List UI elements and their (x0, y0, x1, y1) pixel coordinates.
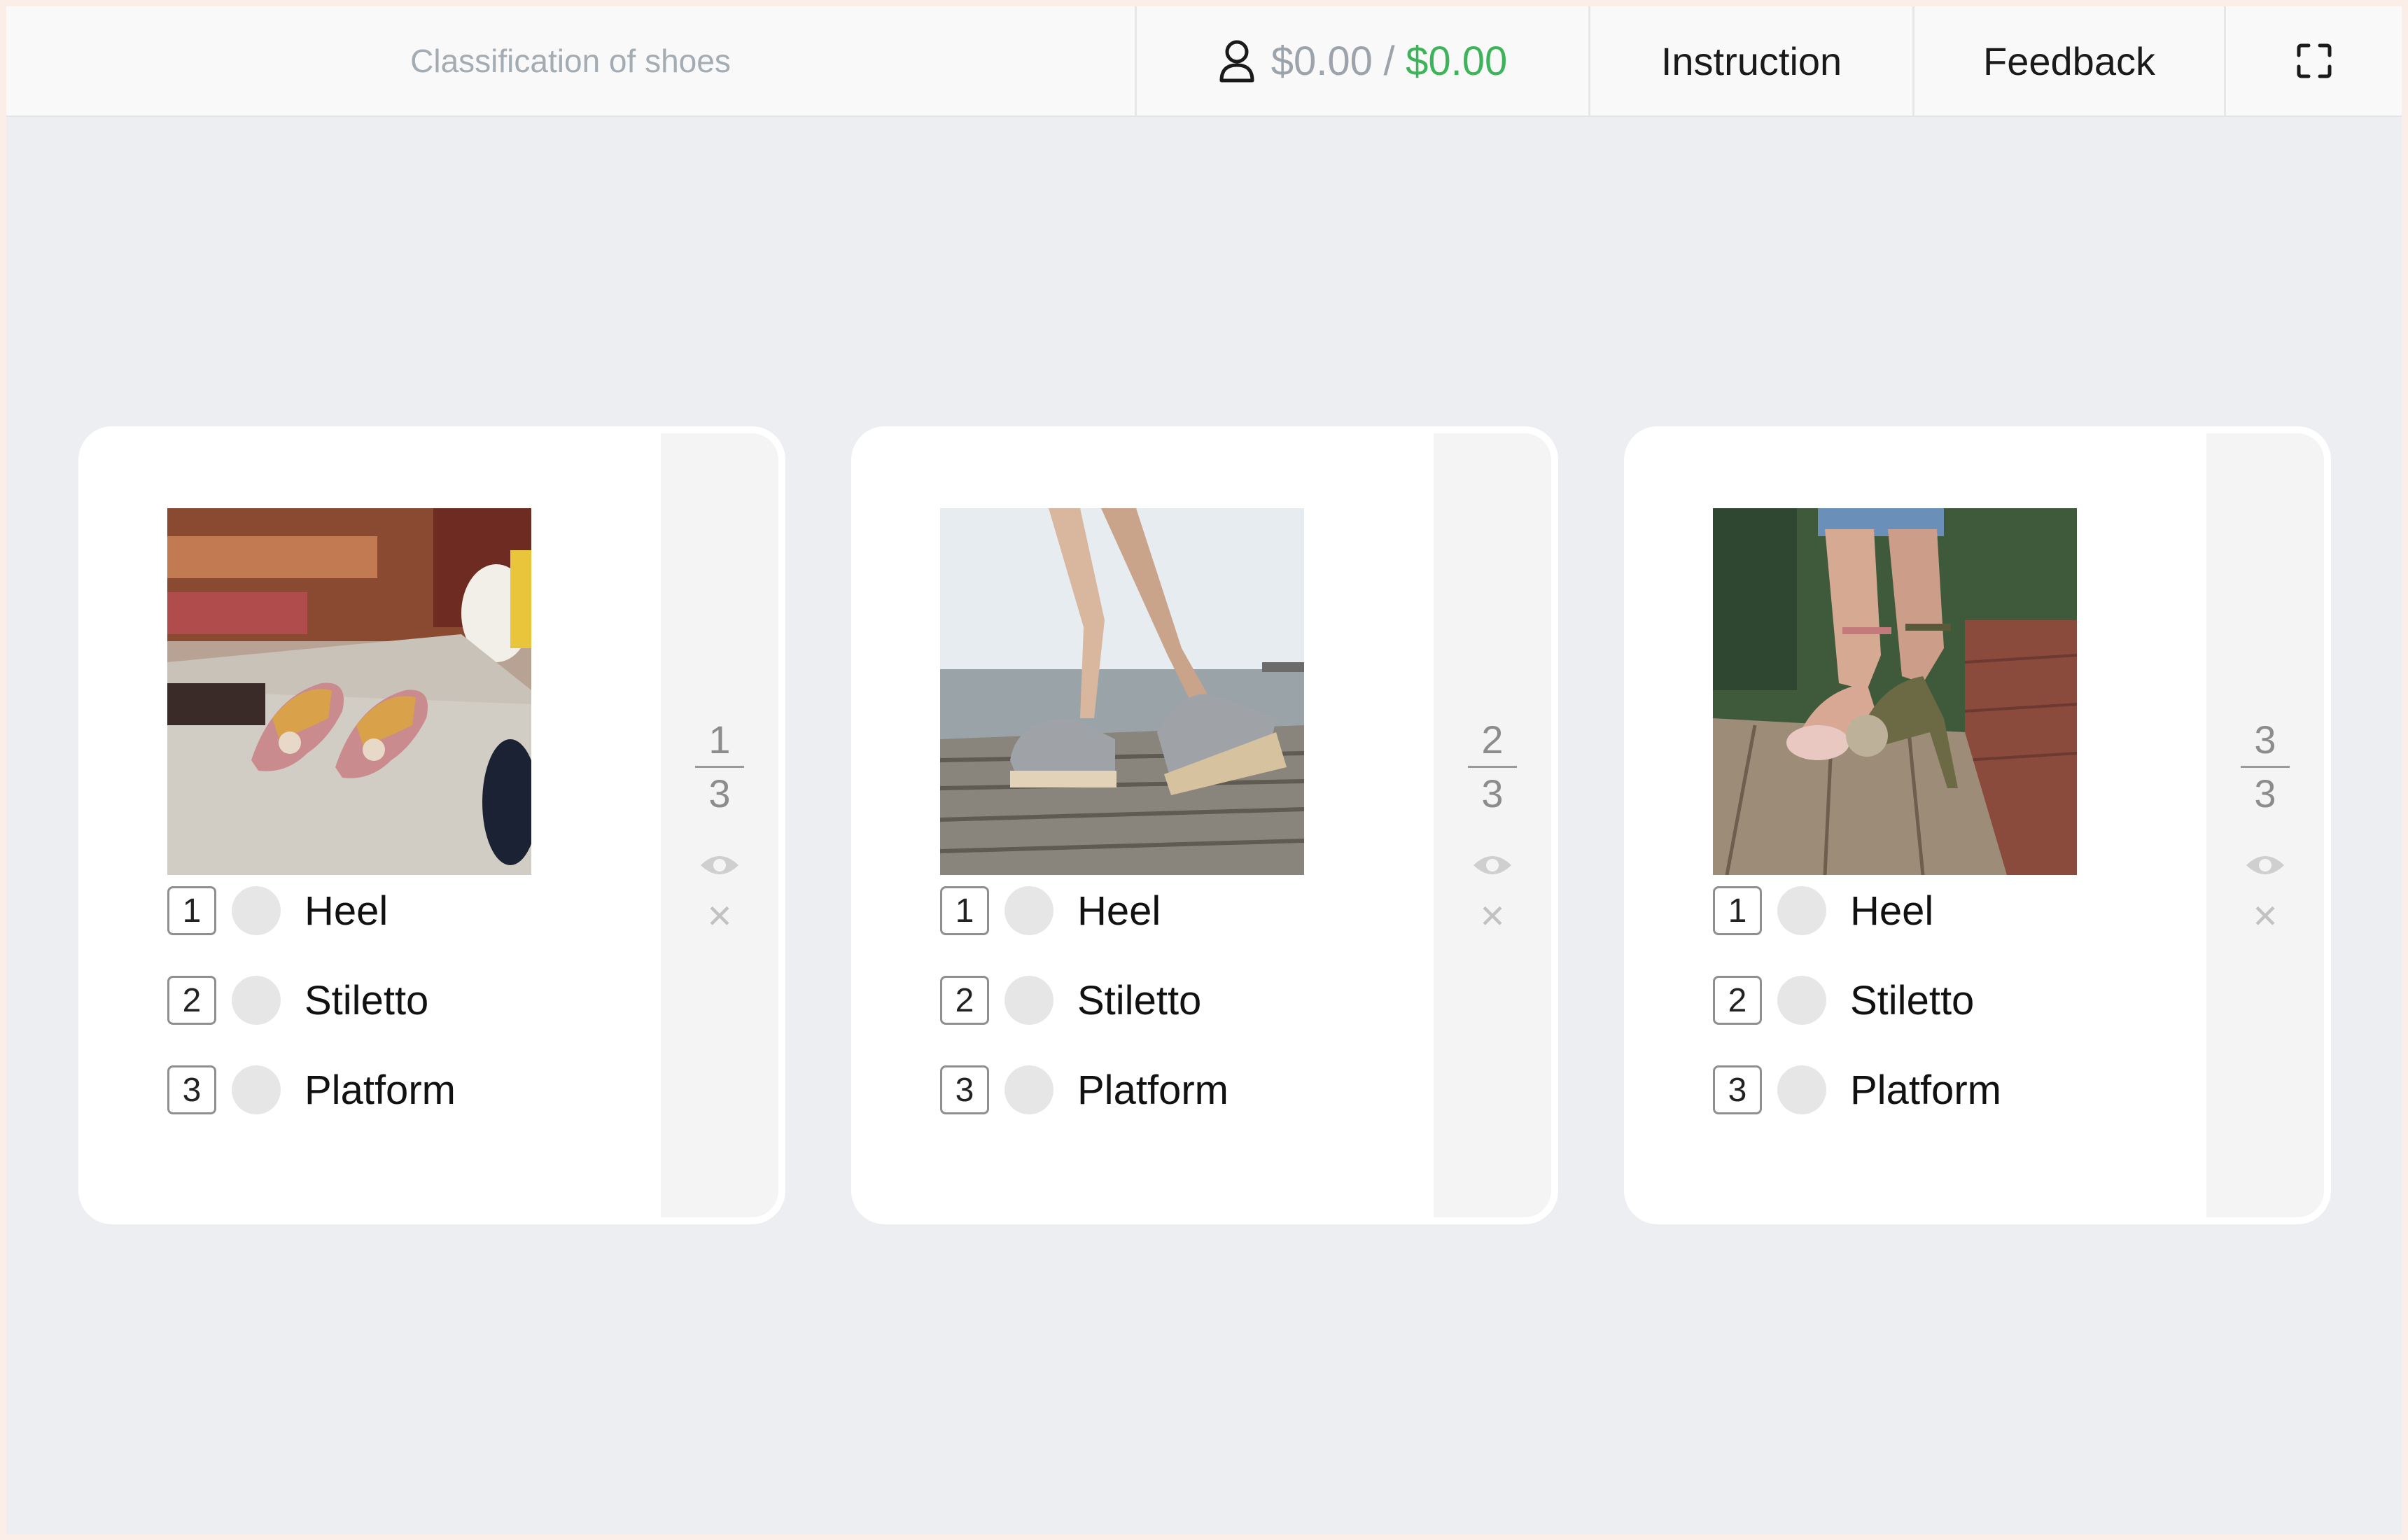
user-icon (1219, 40, 1254, 83)
option-label: Platform (1077, 1067, 1228, 1113)
shoe-photo-2[interactable] (940, 508, 1304, 875)
option-label: Platform (304, 1067, 456, 1113)
task-counter: 3 3 (2241, 717, 2290, 817)
hotkey-3: 3 (167, 1065, 216, 1114)
hotkey-2: 2 (1713, 976, 1762, 1025)
task-side-panel: 3 3 ✕ (2206, 433, 2324, 1217)
eye-icon[interactable] (1472, 851, 1513, 879)
balance-current: $0.00 (1270, 38, 1373, 84)
close-icon[interactable]: ✕ (706, 900, 734, 932)
option-stiletto[interactable]: 2 Stiletto (167, 976, 428, 1025)
option-label: Stiletto (1850, 977, 1975, 1023)
option-platform[interactable]: 3 Platform (167, 1065, 456, 1114)
top-bar: Classification of shoes $0.00 / $0.00 In… (6, 6, 2402, 117)
option-heel[interactable]: 1 Heel (1713, 886, 1933, 935)
feedback-button[interactable]: Feedback (1912, 6, 2224, 115)
balance-total: $0.00 (1406, 38, 1508, 84)
radio-heel[interactable] (232, 886, 281, 935)
option-heel[interactable]: 1 Heel (167, 886, 388, 935)
task-card-3: 1 Heel 2 Stiletto 3 Platform 3 3 ✕ (1624, 426, 2331, 1224)
radio-heel[interactable] (1004, 886, 1054, 935)
task-total: 3 (2254, 771, 2276, 816)
option-label: Stiletto (304, 977, 429, 1023)
balance-display[interactable]: $0.00 / $0.00 (1135, 6, 1588, 115)
task-side-panel: 2 3 ✕ (1434, 433, 1551, 1217)
option-label: Platform (1850, 1067, 2001, 1113)
option-platform[interactable]: 3 Platform (1713, 1065, 2001, 1114)
task-total: 3 (708, 771, 731, 816)
task-counter: 1 3 (695, 717, 744, 817)
radio-platform[interactable] (1004, 1065, 1054, 1114)
hotkey-3: 3 (1713, 1065, 1762, 1114)
option-label: Heel (1850, 888, 1934, 934)
task-total: 3 (1481, 771, 1504, 816)
task-index: 2 (1481, 718, 1504, 762)
task-card-2: 1 Heel 2 Stiletto 3 Platform 2 3 ✕ (851, 426, 1558, 1224)
option-stiletto[interactable]: 2 Stiletto (1713, 976, 1974, 1025)
fullscreen-button[interactable] (2224, 6, 2402, 115)
radio-platform[interactable] (232, 1065, 281, 1114)
project-title: Classification of shoes (410, 43, 731, 79)
eye-icon[interactable] (2245, 851, 2286, 879)
option-label: Stiletto (1077, 977, 1202, 1023)
task-side-panel: 1 3 ✕ (661, 433, 778, 1217)
radio-heel[interactable] (1777, 886, 1826, 935)
radio-stiletto[interactable] (1004, 976, 1054, 1025)
option-heel[interactable]: 1 Heel (940, 886, 1161, 935)
hotkey-2: 2 (167, 976, 216, 1025)
fullscreen-icon (2297, 43, 2331, 78)
radio-stiletto[interactable] (232, 976, 281, 1025)
close-icon[interactable]: ✕ (2252, 900, 2279, 932)
task-counter: 2 3 (1468, 717, 1517, 817)
hotkey-2: 2 (940, 976, 989, 1025)
instruction-button[interactable]: Instruction (1588, 6, 1912, 115)
option-label: Heel (1077, 888, 1161, 934)
task-index: 1 (708, 718, 731, 762)
hotkey-3: 3 (940, 1065, 989, 1114)
task-index: 3 (2254, 718, 2276, 762)
radio-stiletto[interactable] (1777, 976, 1826, 1025)
hotkey-1: 1 (940, 886, 989, 935)
radio-platform[interactable] (1777, 1065, 1826, 1114)
shoe-photo-3[interactable] (1713, 508, 2077, 875)
hotkey-1: 1 (1713, 886, 1762, 935)
option-label: Heel (304, 888, 388, 934)
shoe-photo-1[interactable] (167, 508, 531, 875)
task-page: Classification of shoes $0.00 / $0.00 In… (6, 6, 2402, 1534)
close-icon[interactable]: ✕ (1479, 900, 1506, 932)
option-stiletto[interactable]: 2 Stiletto (940, 976, 1201, 1025)
task-card-1: 1 Heel 2 Stiletto 3 Platform 1 3 ✕ (78, 426, 785, 1224)
option-platform[interactable]: 3 Platform (940, 1065, 1228, 1114)
eye-icon[interactable] (699, 851, 740, 879)
hotkey-1: 1 (167, 886, 216, 935)
balance-separator: / (1383, 38, 1395, 84)
